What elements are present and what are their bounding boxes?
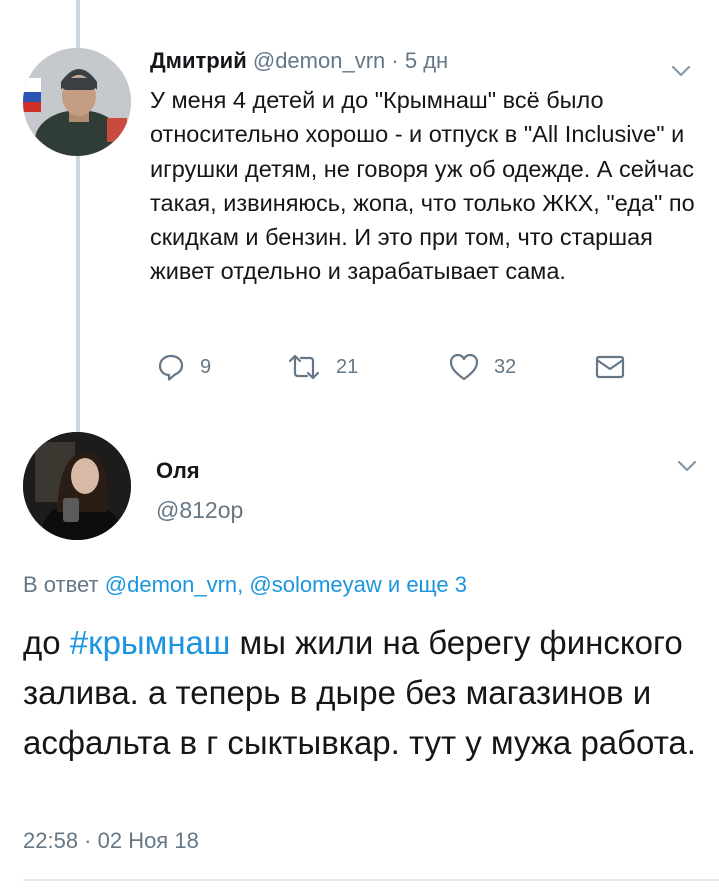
tweet-text: У меня 4 детей и до "Крымнаш" всё было о… xyxy=(150,87,695,285)
tweet-text-start: до xyxy=(23,624,70,661)
reply-icon xyxy=(156,352,186,382)
chevron-down-icon[interactable] xyxy=(676,455,698,477)
avatar[interactable] xyxy=(23,48,131,156)
reply-context: В ответ @demon_vrn, @solomeyaw и еще 3 xyxy=(23,572,467,598)
thread-line xyxy=(76,150,80,435)
reply-mention-link[interactable]: @solomeyaw xyxy=(249,572,381,597)
like-button[interactable]: 32 xyxy=(448,352,516,382)
author-name[interactable]: Оля xyxy=(156,458,200,484)
reply-button[interactable]: 9 xyxy=(156,352,211,382)
like-icon xyxy=(448,352,480,382)
tweet-text: до #крымнаш мы жили на берегу финского з… xyxy=(23,618,703,768)
direct-message-button[interactable] xyxy=(594,352,626,382)
tweet-actions: 9 21 32 xyxy=(150,352,630,388)
avatar-photo xyxy=(23,432,131,540)
reply-count: 9 xyxy=(200,355,212,378)
retweet-icon xyxy=(286,352,322,382)
avatar[interactable] xyxy=(23,432,131,540)
divider xyxy=(23,879,719,881)
reply-more-link[interactable]: и еще 3 xyxy=(388,572,467,597)
tweet-timestamp[interactable]: 22:58 · 02 Ноя 18 xyxy=(23,828,199,854)
chevron-down-icon[interactable] xyxy=(670,60,692,82)
reply-prefix: В ответ xyxy=(23,572,99,597)
author-name[interactable]: Дмитрий xyxy=(150,48,247,73)
avatar-photo xyxy=(23,48,131,156)
retweet-button[interactable]: 21 xyxy=(286,352,358,382)
reply-mention-link[interactable]: @demon_vrn, xyxy=(105,572,244,597)
like-count: 32 xyxy=(494,355,517,378)
hashtag-link[interactable]: #крымнаш xyxy=(70,624,231,661)
separator: · xyxy=(391,48,399,73)
author-handle[interactable]: @demon_vrn xyxy=(253,48,385,73)
thread-line-top xyxy=(76,0,80,48)
retweet-count: 21 xyxy=(336,355,359,378)
direct-message-icon xyxy=(594,352,626,382)
tweet-header: Дмитрий @demon_vrn · 5 дн xyxy=(150,48,448,74)
tweet-time[interactable]: 5 дн xyxy=(405,48,448,73)
author-handle[interactable]: @812op xyxy=(156,497,243,524)
